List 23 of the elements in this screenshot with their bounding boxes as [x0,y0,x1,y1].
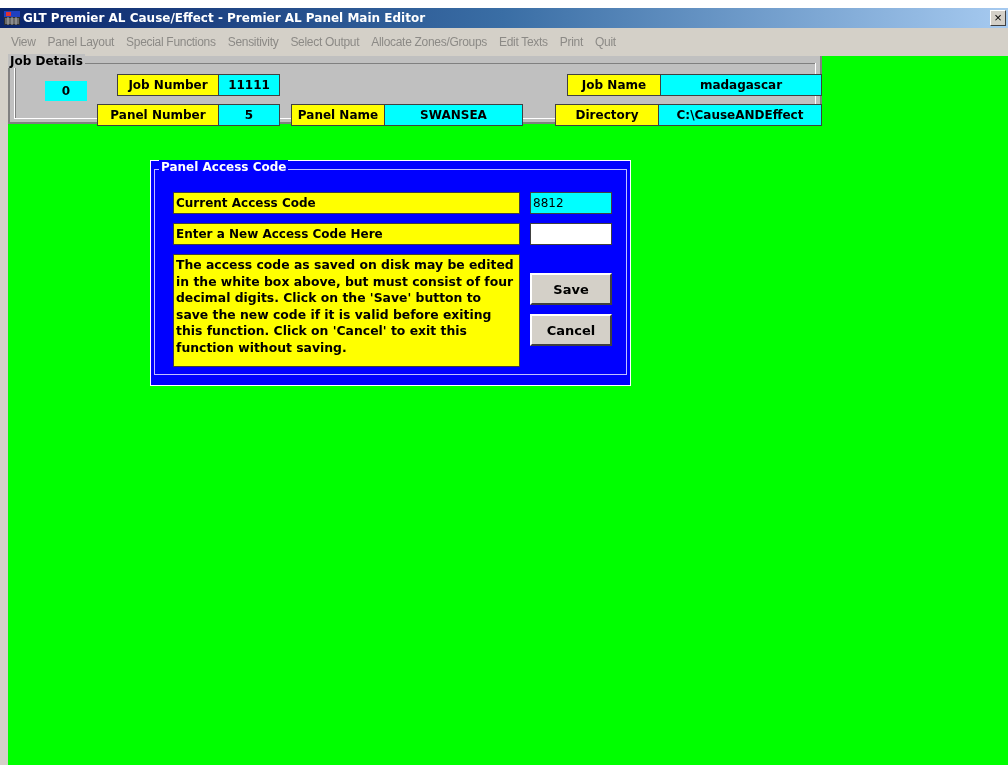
new-code-input[interactable] [530,223,612,245]
field-label: Enter a New Access Code Here [173,223,520,245]
field-value: 5 [219,105,279,125]
group-title: Job Details [8,54,85,68]
dialog-button[interactable]: Cancel [530,314,612,346]
close-button[interactable]: × [990,10,1006,26]
field-label: Current Access Code [173,192,520,214]
field-label: Panel Number [98,105,219,125]
description-text: The access code as saved on disk may be edited in the white box above, but must consist of four decimal digits. Click on the 'Save' button to save the new code if it is valid before exiting this function. Click on 'Cancel' to exit this function without saving. [173,254,520,367]
field-value: SWANSEA [385,105,522,125]
field-value: madagascar [661,74,821,95]
window-title: GLT Premier AL Cause/Effect - Premier AL Panel Main Editor [23,11,426,25]
current-code-field: 8812 [530,192,612,214]
group-title: Panel Access Code [159,160,289,174]
field-value: 11111 [219,74,279,95]
field-label: Job Number [118,74,219,95]
app-icon [4,11,20,25]
field-label: Panel Name [292,105,385,125]
field-label: Directory [556,105,659,125]
dialog-button[interactable]: Save [530,273,612,305]
field-value: C:\CauseANDEffect [659,105,821,125]
field-label: Job Name [568,74,661,95]
counter-field: 0 [45,80,87,101]
